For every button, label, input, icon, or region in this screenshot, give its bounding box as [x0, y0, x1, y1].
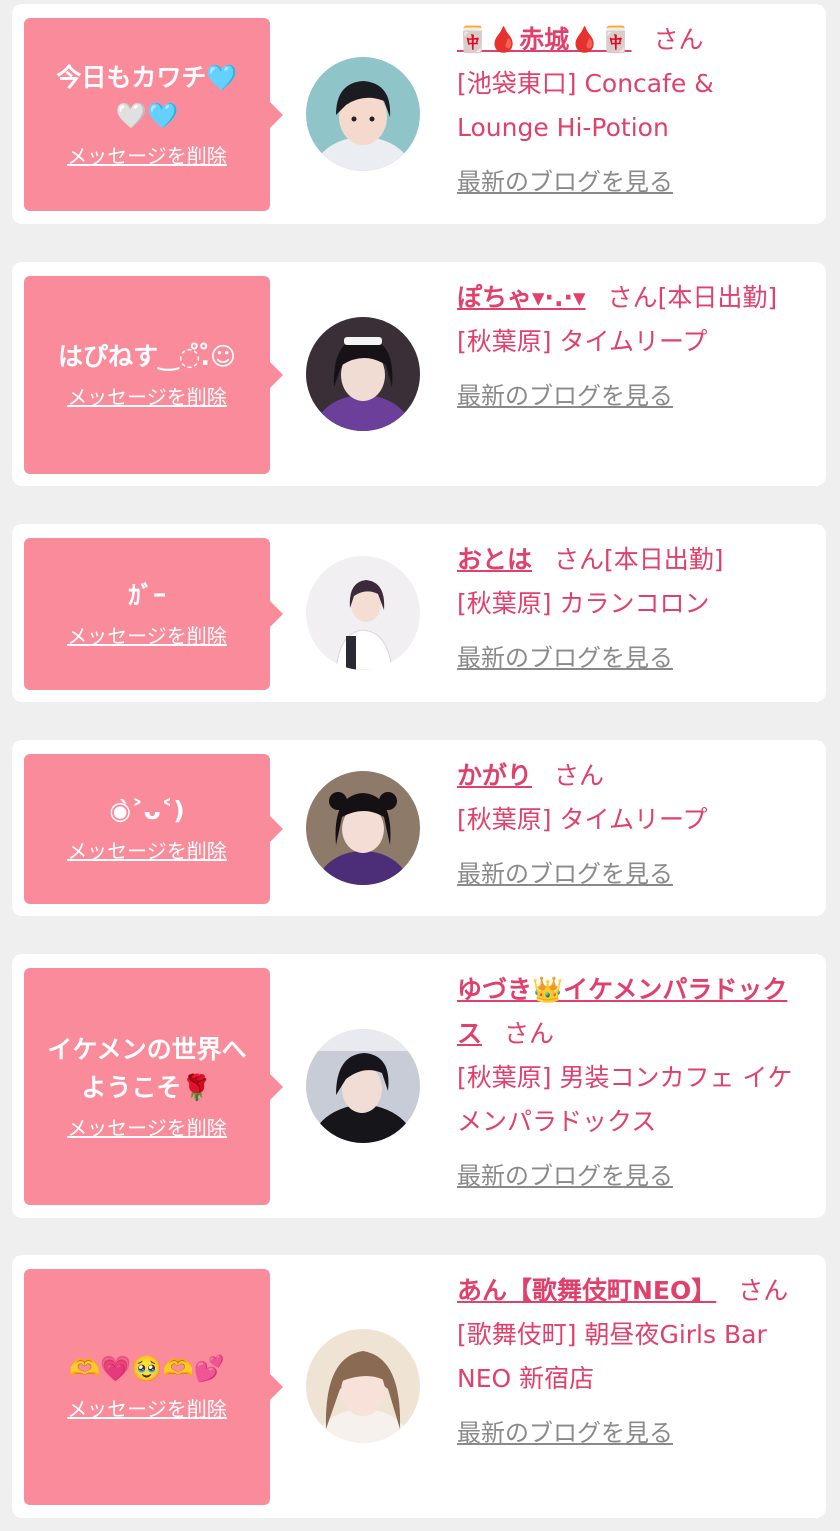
honorific: さん: [504, 1019, 555, 1048]
cast-name-link[interactable]: ぽちゃ▾·.·▾: [457, 283, 586, 312]
delete-message-link[interactable]: メッセージを削除: [67, 382, 227, 412]
latest-blog-link[interactable]: 最新のブログを見る: [457, 1411, 673, 1455]
store-name: [秋葉原] タイムリープ: [457, 327, 708, 356]
cast-info: ぽちゃ▾·.·▾ さん[本日出勤] [秋葉原] タイムリープ 最新のブログを見る: [457, 276, 807, 418]
latest-blog-link[interactable]: 最新のブログを見る: [457, 1154, 673, 1198]
message-card: 今日もカワチ🩵 🤍🩵 メッセージを削除 🀄🩸赤城🩸🀄 さん [池袋東口] Conc…: [12, 4, 826, 224]
honorific: さん: [554, 761, 605, 790]
delete-message-link[interactable]: メッセージを削除: [67, 1113, 227, 1143]
message-bubble: ｶﾞｰ メッセージを削除: [24, 538, 283, 690]
store-name: [池袋東口] Concafe & Lounge Hi-Potion: [457, 69, 714, 142]
avatar[interactable]: [306, 317, 420, 431]
latest-blog-link[interactable]: 最新のブログを見る: [457, 852, 673, 896]
cast-info: 🀄🩸赤城🩸🀄 さん [池袋東口] Concafe & Lounge Hi-Poti…: [457, 18, 807, 204]
message-bubble: 今日もカワチ🩵 🤍🩵 メッセージを削除: [24, 18, 283, 211]
attendance-tag: [本日出勤]: [657, 283, 778, 312]
message-text: ◉̀˃ᴗ˂): [109, 796, 185, 825]
delete-message-link[interactable]: メッセージを削除: [67, 621, 227, 651]
honorific: さん: [554, 545, 605, 574]
message-bubble: はぴねす‿◌̊.̊☺ メッセージを削除: [24, 276, 283, 474]
latest-blog-link[interactable]: 最新のブログを見る: [457, 160, 673, 204]
honorific: さん: [653, 25, 704, 54]
message-text: イケメンの世界へ ようこそ🌹: [47, 1034, 247, 1102]
delete-message-link[interactable]: メッセージを削除: [67, 1394, 227, 1424]
attendance-tag: [本日出勤]: [604, 545, 724, 574]
cast-name-link[interactable]: かがり: [457, 761, 532, 790]
message-text: ｶﾞｰ: [128, 581, 166, 610]
cast-info: おとは さん[本日出勤] [秋葉原] カランコロン 最新のブログを見る: [457, 538, 807, 680]
message-bubble: 🫶💗🥹🫶💕 メッセージを削除: [24, 1269, 283, 1505]
message-text: はぴねす‿◌̊.̊☺: [57, 342, 237, 371]
message-list: 今日もカワチ🩵 🤍🩵 メッセージを削除 🀄🩸赤城🩸🀄 さん [池袋東口] Conc…: [0, 0, 840, 1531]
store-name: [秋葉原] タイムリープ: [457, 805, 708, 834]
message-card: イケメンの世界へ ようこそ🌹 メッセージを削除 ゆづき👑イケメンパラドックス さん…: [12, 954, 826, 1218]
latest-blog-link[interactable]: 最新のブログを見る: [457, 636, 673, 680]
message-bubble: ◉̀˃ᴗ˂) メッセージを削除: [24, 754, 283, 904]
latest-blog-link[interactable]: 最新のブログを見る: [457, 374, 673, 418]
avatar[interactable]: [306, 771, 420, 885]
avatar[interactable]: [306, 556, 420, 670]
avatar[interactable]: [306, 1029, 420, 1143]
delete-message-link[interactable]: メッセージを削除: [67, 836, 227, 866]
message-bubble: イケメンの世界へ ようこそ🌹 メッセージを削除: [24, 968, 283, 1205]
cast-name-link[interactable]: あん【歌舞伎町NEO】: [457, 1276, 716, 1305]
cast-info: ゆづき👑イケメンパラドックス さん [秋葉原] 男装コンカフェ イケメンパラドック…: [457, 968, 807, 1198]
cast-info: かがり さん [秋葉原] タイムリープ 最新のブログを見る: [457, 754, 807, 896]
message-card: はぴねす‿◌̊.̊☺ メッセージを削除 ぽちゃ▾·.·▾ さん[本日出勤] [秋葉…: [12, 262, 826, 486]
delete-message-link[interactable]: メッセージを削除: [67, 141, 227, 171]
honorific: さん: [738, 1276, 789, 1305]
avatar[interactable]: [306, 57, 420, 171]
cast-info: あん【歌舞伎町NEO】 さん [歌舞伎町] 朝昼夜Girls Bar NEO 新宿…: [457, 1269, 807, 1455]
store-name: [秋葉原] カランコロン: [457, 589, 710, 618]
store-name: [歌舞伎町] 朝昼夜Girls Bar NEO 新宿店: [457, 1320, 767, 1393]
message-text: 今日もカワチ🩵 🤍🩵: [56, 62, 238, 130]
message-text: 🫶💗🥹🫶💕: [69, 1354, 225, 1383]
cast-name-link[interactable]: 🀄🩸赤城🩸🀄: [457, 25, 632, 54]
honorific: さん: [607, 283, 658, 312]
cast-name-link[interactable]: おとは: [457, 545, 532, 574]
avatar[interactable]: [306, 1329, 420, 1443]
message-card: ◉̀˃ᴗ˂) メッセージを削除 かがり さん [秋葉原] タイムリープ 最新のブロ…: [12, 740, 826, 916]
store-name: [秋葉原] 男装コンカフェ イケメンパラドックス: [457, 1063, 793, 1136]
message-card: 🫶💗🥹🫶💕 メッセージを削除 あん【歌舞伎町NEO】 さん [歌舞伎町] 朝昼夜G…: [12, 1255, 826, 1518]
message-card: ｶﾞｰ メッセージを削除 おとは さん[本日出勤] [秋葉原] カランコロン 最新…: [12, 524, 826, 702]
